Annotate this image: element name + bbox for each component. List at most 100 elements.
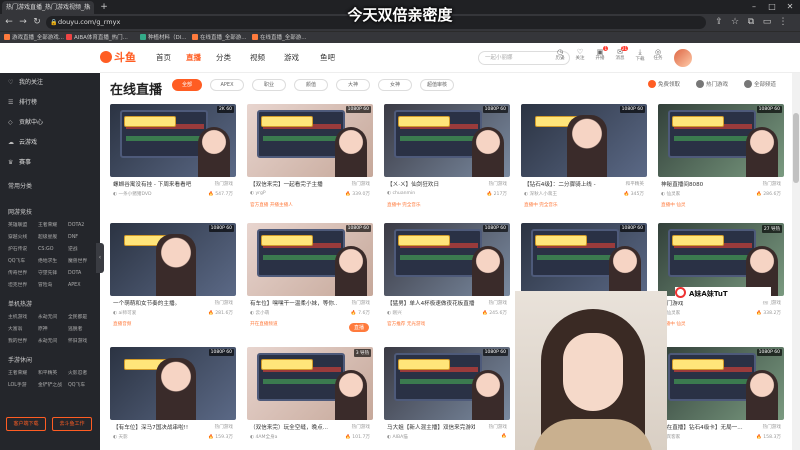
card-title[interactable]: 【钻石4级】：二分骤骑上线 -	[524, 180, 612, 188]
card-title[interactable]: 螺蛳谷寓没有挂 - 下周来看看吧	[113, 180, 201, 188]
category-row[interactable]: 穿越火线 超级星舰 DNF	[8, 233, 98, 240]
card-thumbnail[interactable]: 1080P 60	[110, 347, 236, 420]
card-thumbnail[interactable]: 3 导热	[247, 347, 373, 420]
category-row[interactable]: 坦克世界 冒险岛 APEX	[8, 281, 98, 288]
card-streamer[interactable]: ◐ 一条小猪猪DVD	[113, 191, 152, 197]
card-title[interactable]: 【猛男】单人4杯极速做夜花板直播	[387, 299, 475, 307]
card-category[interactable]: 和平精英	[626, 181, 644, 187]
card-category[interactable]: 热门游戏	[489, 181, 507, 187]
card-thumbnail[interactable]: 1080P 60	[384, 347, 510, 420]
join-douyu-button[interactable]: 去斗鱼工作	[52, 417, 92, 431]
enter-live-button[interactable]: 直播	[348, 323, 369, 332]
sidebar-item-cloud-game[interactable]: ☁ 云游戏	[8, 137, 37, 149]
follow-icon[interactable]: ♡ 关注	[572, 48, 588, 62]
card-category[interactable]: 热门游戏	[352, 181, 370, 187]
history-icon[interactable]: ◷ 历史	[552, 48, 568, 62]
user-avatar[interactable]	[673, 48, 693, 68]
nav-yuba[interactable]: 鱼吧	[320, 52, 335, 63]
filter-pro[interactable]: 职业	[252, 79, 286, 91]
card-title[interactable]: 神秘直播间8080	[661, 180, 749, 188]
live-card[interactable]: 1080P 60 【ㄨ·ㄨ】仙剑狂欢日 热门游戏 ◐ chuanmin 🔥 217万 直播…	[384, 104, 510, 212]
live-card[interactable]: 1080P 60 【钻石4级】：二分骤骑上线 - 和平精英 ◐ 深秋人小蒋王 🔥 345…	[521, 104, 647, 212]
card-category[interactable]: 热门游戏	[215, 181, 233, 187]
card-category[interactable]: 热门游戏	[489, 300, 507, 306]
card-thumbnail[interactable]: 1080P 60	[384, 223, 510, 296]
card-category[interactable]: 热门游戏	[352, 424, 370, 430]
card-thumbnail[interactable]: 1080P 60	[658, 104, 784, 177]
card-category[interactable]: 热门游戏	[763, 181, 781, 187]
sidebar-item-contribution[interactable]: ◇ 贡献中心	[8, 117, 43, 129]
sidebar-item-events[interactable]: ♛ 赛事	[8, 157, 31, 169]
card-title[interactable]: 一个萌萌和女节奏的主播。	[113, 299, 201, 307]
live-card[interactable]: 1080P 60 【有车位】深马7国决战串啦!! 热门游戏 ◐ 天影 🔥 159.3万	[110, 347, 236, 450]
douyu-logo[interactable]: 斗鱼	[100, 50, 140, 66]
card-title[interactable]: 【有车位】深马7国决战串啦!!	[113, 423, 201, 431]
nav-video[interactable]: 视频	[250, 52, 265, 63]
category-row[interactable]: 大富翁 原神 逃脱者	[8, 325, 98, 332]
live-card[interactable]: 27 导热热门游戏热门游戏◐ 仙灵家🔥 338.2万直播中 仙灵	[658, 223, 784, 331]
card-category[interactable]: 热门游戏	[352, 300, 370, 306]
live-card[interactable]: 1080P 60 一个萌萌和女节奏的主播。 热门游戏 ◐ ai师可爱 🔥 281.6万直…	[110, 223, 236, 331]
card-streamer[interactable]: ◐ 天影	[113, 434, 128, 440]
card-title[interactable]: 【双信来完】一起看完子主播	[250, 180, 338, 188]
live-card[interactable]: 1080P 60 有车位】嘿嘿干一温柔小妹，等你... 热门游戏 ◐ 云小萌 🔥 7.6…	[247, 223, 373, 332]
card-title[interactable]: 有车位】嘿嘿干一温柔小妹，等你...	[250, 299, 338, 307]
free-claim-button[interactable]: 免费领取	[648, 80, 680, 88]
category-row[interactable]: 王者荣耀 和平精英 火影忍者	[8, 369, 98, 376]
filter-apex[interactable]: APEX	[210, 79, 244, 91]
filter-all[interactable]: 全部	[172, 79, 202, 91]
card-category[interactable]: 热门游戏	[215, 424, 233, 430]
card-category[interactable]: 热门游戏	[489, 424, 507, 430]
message-icon[interactable]: ✉ 21 消息	[612, 46, 628, 62]
download-icon[interactable]: ⤓ 下载	[632, 48, 648, 63]
card-streamer[interactable]: ◐ 仙灵家	[661, 191, 680, 197]
card-streamer[interactable]: ◐ AIBA猫	[387, 434, 408, 440]
filter-goddess[interactable]: 女神	[378, 79, 412, 91]
broadcast-icon[interactable]: ▣ 1 开播	[592, 46, 608, 62]
filter-looks[interactable]: 颜值	[294, 79, 328, 91]
category-row[interactable]: 传奇世界 守望先锋 DOTA	[8, 269, 98, 276]
live-card[interactable]: 3 导热 （双信来完）玩全空缝，晚点... 热门游戏 ◐ 4AM全身a 🔥 101.7万	[247, 347, 373, 450]
nav-home[interactable]: 首页	[156, 52, 171, 63]
card-streamer[interactable]: ◐ ai师可爱	[113, 310, 136, 316]
client-download-button[interactable]: 客户端下载	[6, 417, 46, 431]
category-row[interactable]: 炉石传说 CS:GO 逆战	[8, 245, 98, 252]
nav-games[interactable]: 游戏	[284, 52, 299, 63]
live-card[interactable]: 1080P 60 【猛男】单人4杯极速做夜花板直播 热门游戏 ◐ 刚兴 🔥 245.6万…	[384, 223, 510, 331]
all-channels-button[interactable]: 全部频道	[744, 80, 776, 88]
card-thumbnail[interactable]: 27 导热	[658, 223, 784, 296]
card-streamer[interactable]: ◐ 刚兴	[387, 310, 402, 316]
task-icon[interactable]: ◎ 任务	[650, 48, 666, 62]
category-row[interactable]: LOL手游 金铲铲之战 QQ飞车	[8, 381, 98, 388]
category-row[interactable]: QQ飞车 绝地求生 魔兽世界	[8, 257, 98, 264]
card-thumbnail[interactable]: 1080P 60	[521, 104, 647, 177]
card-category[interactable]: 热门游戏	[215, 300, 233, 306]
live-card[interactable]: 2K 60 螺蛳谷寓没有挂 - 下周来看看吧 热门游戏 ◐ 一条小猪猪DVD 🔥 547…	[110, 104, 236, 212]
card-streamer[interactable]: ◐ 4AM全身a	[250, 434, 278, 440]
sidebar-item-rank[interactable]: ☰ 排行榜	[8, 97, 37, 109]
card-streamer[interactable]: ◐ 云小萌	[250, 310, 269, 316]
scrollbar-thumb[interactable]	[793, 113, 799, 183]
card-category[interactable]: 热门游戏	[763, 424, 781, 430]
card-thumbnail[interactable]: 1080P 60	[247, 104, 373, 177]
category-row[interactable]: 主机游戏 永劫无间 全民都是	[8, 313, 98, 320]
card-thumbnail[interactable]: 2K 60	[110, 104, 236, 177]
category-row[interactable]: 我的世界 永劫无间 怀旧游戏	[8, 337, 98, 344]
card-streamer[interactable]: ◐ 深秋人小蒋王	[524, 191, 557, 197]
hot-games-button[interactable]: 热门游戏	[696, 80, 728, 88]
card-thumbnail[interactable]: 1080P 60	[658, 347, 784, 420]
card-title[interactable]: （双信来完）玩全空缝，晚点...	[250, 423, 338, 431]
sidebar-item-follow[interactable]: ♡ 我的关注	[8, 77, 43, 89]
card-thumbnail[interactable]: 1080P 60	[521, 223, 647, 296]
card-title[interactable]: 马大姐【新人混主播】双信来完游戏	[387, 423, 475, 431]
live-card[interactable]: 1080P 60 神秘直播间8080 热门游戏 ◐ 仙灵家 🔥 286.6万 直播中 仙灵	[658, 104, 784, 212]
card-title[interactable]: 新在直播】钻石4级卡】无局一...	[661, 423, 749, 431]
filter-review[interactable]: 超值审核	[420, 79, 454, 91]
card-streamer[interactable]: ◐ yrgP	[250, 191, 266, 196]
card-thumbnail[interactable]: 1080P 60	[110, 223, 236, 296]
page-scrollbar[interactable]	[792, 73, 800, 450]
live-card[interactable]: 1080P 60新在直播】钻石4级卡】无局一...热门游戏◐ 宾客家🔥 158.…	[658, 347, 784, 450]
category-row[interactable]: 英雄联盟 王者荣耀 DOTA2	[8, 221, 98, 228]
card-title[interactable]: 【ㄨ·ㄨ】仙剑狂欢日	[387, 180, 475, 188]
nav-category[interactable]: 分类	[216, 52, 231, 63]
